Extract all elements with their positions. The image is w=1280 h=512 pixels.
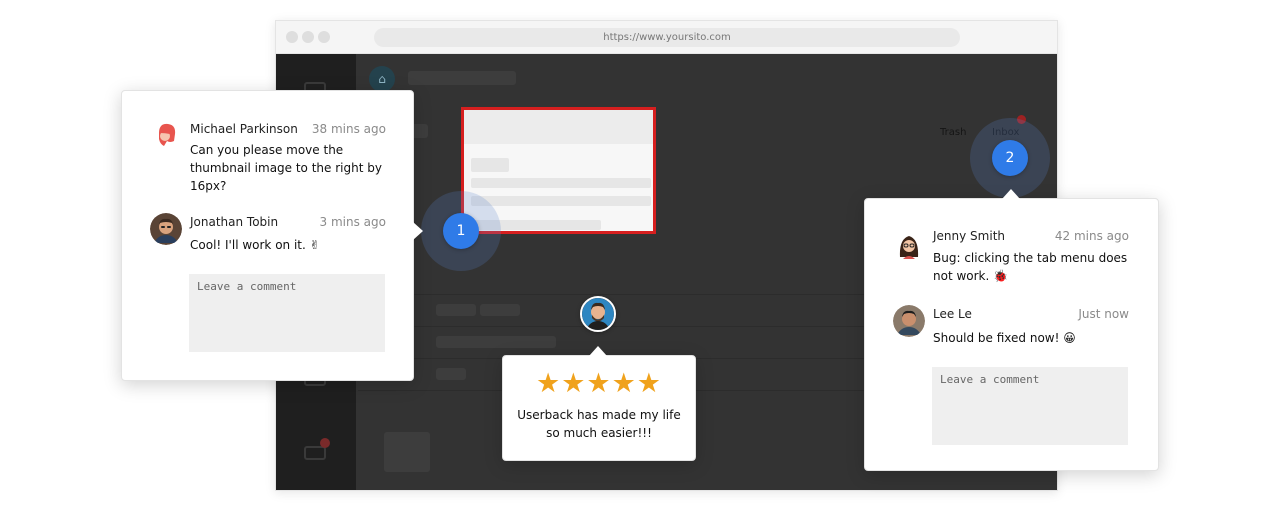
annotation-marker-2[interactable]: 2 [992,140,1028,176]
comment-thread-left: Michael Parkinson 38 mins ago Can you pl… [121,90,414,381]
highlight-block [471,158,509,172]
highlight-line [471,178,651,188]
avatar [893,229,925,261]
comment-text: Should be fixed now! 😀 [933,331,1076,345]
comment-time: 42 mins ago [1054,229,1129,243]
card-pointer [413,222,423,240]
cell-placeholder [436,368,466,380]
user-avatar-icon [150,119,182,151]
avatar [150,213,182,245]
window-minimize-dot[interactable] [302,31,314,43]
avatar [580,296,616,332]
user-avatar-icon [150,213,182,245]
annotation-marker-1[interactable]: 1 [443,213,479,249]
comment-text: Cool! I'll work on it. ✌ [190,238,320,252]
comment-input[interactable] [932,367,1128,445]
avatar [893,305,925,337]
user-avatar-icon [582,298,614,330]
comment-input[interactable] [189,274,385,352]
thumbnail-placeholder [384,432,430,472]
cell-placeholder [480,304,520,316]
comment-author: Michael Parkinson [190,122,298,136]
card-pointer [589,346,607,356]
browser-toolbar: https://www.yoursito.com [276,21,1057,54]
sidebar-inbox-icon[interactable] [304,446,326,460]
comment-author: Jenny Smith [933,229,1005,243]
comment-text: Can you please move the thumbnail image … [190,143,382,193]
comment-thread-right: Jenny Smith 42 mins ago Bug: clicking th… [864,198,1159,471]
window-close-dot[interactable] [286,31,298,43]
comment-time: 38 mins ago [311,122,386,136]
address-bar[interactable]: https://www.yoursito.com [374,28,960,47]
comment-time: 3 mins ago [319,215,386,229]
tab-trash[interactable]: Trash [940,127,966,138]
review-text: Userback has made my life so much easier… [517,408,681,440]
title-placeholder [408,71,516,85]
window-maximize-dot[interactable] [318,31,330,43]
user-avatar-icon [893,305,925,337]
cell-placeholder [436,304,476,316]
home-icon[interactable]: ⌂ [369,66,395,92]
comment-text: Bug: clicking the tab menu does not work… [933,251,1128,283]
highlight-line [471,196,651,206]
star-rating: ★★★★★ [535,368,663,399]
comment-author: Jonathan Tobin [190,215,279,229]
cell-placeholder [436,336,556,348]
comment-author: Lee Le [933,307,972,321]
card-pointer [1002,189,1020,199]
user-avatar-icon [893,229,925,261]
sidebar-notification-badge [320,438,330,448]
highlight-header [464,110,653,144]
comment-time: Just now [1078,307,1129,321]
avatar [150,119,182,151]
